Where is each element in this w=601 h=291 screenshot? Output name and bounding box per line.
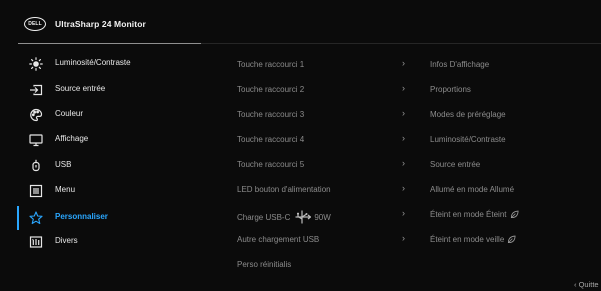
sidebar-item-label: Personnaliser xyxy=(55,212,108,221)
sidebar-item-personalize[interactable]: Personnaliser xyxy=(0,206,200,230)
option-label-group: Charge USB-C 90W xyxy=(237,210,331,224)
option-shortcut-key-5[interactable]: Touche raccourci 5 xyxy=(237,156,437,176)
dell-logo-text: DELL xyxy=(28,21,42,27)
chevron-right-icon: › xyxy=(402,108,405,118)
usb-charging-icon xyxy=(295,210,312,224)
chevron-right-icon: › xyxy=(402,208,405,218)
option-value: Proportions xyxy=(430,85,471,94)
option-label: LED bouton d'alimentation xyxy=(237,185,331,194)
star-icon xyxy=(29,211,43,225)
sidebar-item-label: Affichage xyxy=(55,134,89,143)
sidebar-item-brightness-contrast[interactable]: Luminosité/Contraste xyxy=(0,52,200,76)
option-shortcut-key-2[interactable]: Touche raccourci 2 xyxy=(237,81,437,101)
input-source-icon xyxy=(29,83,43,97)
option-value-group: Éteint en mode veille xyxy=(430,235,516,244)
chevron-right-icon: › xyxy=(402,58,405,68)
sidebar-item-input-source[interactable]: Source entrée xyxy=(0,78,200,102)
brightness-icon xyxy=(29,57,43,71)
monitor-osd: DELL UltraSharp 24 Monitor Luminosité/Co… xyxy=(0,0,601,291)
eco-leaf-icon xyxy=(507,235,516,244)
sidebar-item-label: Source entrée xyxy=(55,84,106,93)
option-label: Touche raccourci 2 xyxy=(237,85,305,94)
chevron-right-icon: › xyxy=(402,133,405,143)
option-value: Modes de préréglage xyxy=(430,110,506,119)
option-value: Éteint en mode Éteint xyxy=(430,210,507,219)
quit-button[interactable]: ‹ Quitte xyxy=(574,280,599,289)
eco-leaf-icon xyxy=(510,210,519,219)
sidebar-item-display[interactable]: Affichage xyxy=(0,128,200,152)
sidebar-item-label: Couleur xyxy=(55,109,84,118)
option-personalize-reset[interactable]: Perso réinitialis xyxy=(237,256,437,276)
option-value-group: Éteint en mode Éteint xyxy=(430,210,519,219)
chevron-right-icon: › xyxy=(402,233,405,243)
header-divider xyxy=(201,43,601,44)
option-label: Touche raccourci 4 xyxy=(237,135,305,144)
sidebar-item-color[interactable]: Couleur xyxy=(0,103,200,127)
header-divider-highlight xyxy=(18,43,201,44)
option-label: Touche raccourci 5 xyxy=(237,160,305,169)
osd-header: DELL UltraSharp 24 Monitor xyxy=(0,0,601,44)
option-value: Luminosité/Contraste xyxy=(430,135,506,144)
menu-list-icon xyxy=(29,184,43,198)
option-label: Perso réinitialis xyxy=(237,260,292,269)
color-palette-icon xyxy=(29,108,43,122)
usb-plug-icon xyxy=(29,159,43,173)
sidebar-item-label: Luminosité/Contraste xyxy=(55,58,131,67)
dell-logo: DELL xyxy=(24,17,46,31)
option-label-suffix: 90W xyxy=(314,212,331,222)
brand: DELL UltraSharp 24 Monitor xyxy=(24,17,146,31)
option-value: Allumé en mode Allumé xyxy=(430,185,515,194)
option-power-button-led[interactable]: LED bouton d'alimentation xyxy=(237,181,437,201)
chevron-right-icon: › xyxy=(402,158,405,168)
option-value: Source entrée xyxy=(430,160,481,169)
sidebar-item-usb[interactable]: USB xyxy=(0,154,200,178)
option-shortcut-key-4[interactable]: Touche raccourci 4 xyxy=(237,131,437,151)
monitor-title: UltraSharp 24 Monitor xyxy=(55,19,146,29)
chevron-right-icon: › xyxy=(402,83,405,93)
sidebar-item-label: USB xyxy=(55,160,72,169)
option-label: Touche raccourci 1 xyxy=(237,60,305,69)
option-other-usb-charging[interactable]: Autre chargement USB xyxy=(237,231,437,251)
option-label: Touche raccourci 3 xyxy=(237,110,305,119)
option-shortcut-key-3[interactable]: Touche raccourci 3 xyxy=(237,106,437,126)
option-label: Autre chargement USB xyxy=(237,235,320,244)
sidebar-item-label: Divers xyxy=(55,236,78,245)
chevron-right-icon: › xyxy=(402,183,405,193)
option-usb-c-charging[interactable]: Charge USB-C 90W xyxy=(237,206,437,226)
info-icon xyxy=(29,235,43,249)
sidebar-item-misc[interactable]: Divers xyxy=(0,230,200,254)
option-label: Charge USB-C xyxy=(237,212,291,222)
option-value: Infos D'affichage xyxy=(430,60,490,69)
display-monitor-icon xyxy=(29,133,43,147)
option-shortcut-key-1[interactable]: Touche raccourci 1 xyxy=(237,56,437,76)
option-value: Éteint en mode veille xyxy=(430,235,505,244)
sidebar-item-label: Menu xyxy=(55,185,76,194)
sidebar-item-menu[interactable]: Menu xyxy=(0,179,200,203)
